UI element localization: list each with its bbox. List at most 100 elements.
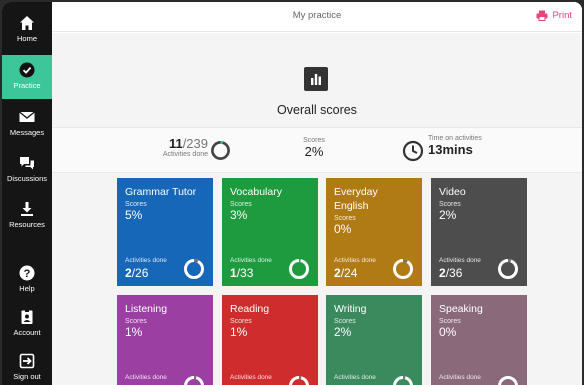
sidebar-item-label: Help [19,284,35,293]
print-label: Print [552,10,572,21]
overall-scores-title: Overall scores [277,103,357,117]
card-progress-ring [184,376,204,385]
card-activities: Activities done 1/33 [230,257,310,280]
card-activities-total: /36 [445,266,463,280]
card-progress-ring [393,376,413,385]
activities-done-total: /239 [182,136,208,151]
card-activities-total: /33 [236,266,254,280]
card-scores-value: 1% [230,325,248,339]
sidebar-item-label: Discussions [6,174,47,183]
card-scores-value: 3% [230,208,248,222]
card-scores-value: 5% [125,208,143,222]
sign-out-icon [19,353,35,369]
envelope-icon [19,111,35,122]
svg-text:?: ? [24,268,31,280]
scores-value: 2% [304,144,324,159]
card-title-line2: English [334,200,369,212]
download-icon [21,202,33,216]
sidebar-item-label: Resources [9,220,45,229]
card-activities: Activities done 2/26 [125,257,205,280]
sidebar-item-sign-out[interactable]: Sign out [2,346,52,385]
help-icon: ? [19,265,35,281]
print-button[interactable]: Print [536,10,572,21]
activities-done-stat: 11/239 Activities done [148,136,208,159]
card-scores-value: 0% [334,222,352,236]
skill-card[interactable]: Speaking Scores0% Activities done0/12 [431,295,527,385]
sidebar-item-label: Practice [13,81,41,90]
overall-stats: 11/239 Activities done Scores 2% Time on… [52,127,582,173]
skill-card[interactable]: Reading Scores1% Activities done1/24 [222,295,318,385]
sidebar-item-label: Messages [9,128,45,137]
sidebar-item-discussions[interactable]: Discussions [2,148,52,192]
skill-card[interactable]: Everyday English Scores 0% Activities done 2/… [326,178,422,286]
skill-card[interactable]: Grammar Tutor Scores 5% Activities done 2/26 [117,178,213,286]
check-circle-icon [19,62,35,78]
sidebar-item-resources[interactable]: Resources [2,194,52,238]
card-activities: Activities done 2/24 [334,257,414,280]
card-activities: Activities done0/12 [439,374,519,385]
skill-card[interactable]: Listening Scores1% Activities done1/24 [117,295,213,385]
card-scores-value: 0% [439,325,457,339]
card-scores-label: Scores [334,318,356,325]
skill-card[interactable]: Vocabulary Scores 3% Activities done 1/33 [222,178,318,286]
home-icon [20,16,34,30]
card-scores-label: Scores [230,201,252,208]
chat-bubbles-icon [20,157,34,170]
card-activities-done: 2 [439,266,446,280]
app-window: Home Practice Messages Discussions Resou… [2,2,582,385]
sidebar-item-home[interactable]: Home [2,8,52,52]
card-activities-done: 2 [334,266,341,280]
card-title: Everyday [334,186,378,198]
activities-done-value: 11 [168,136,183,151]
clock-icon [402,140,424,162]
scores-stat: Scores 2% [284,137,344,159]
card-title: Video [439,186,466,198]
time-unit: mins [442,142,473,157]
card-scores-value: 2% [439,208,457,222]
time-label: Time on activities [428,135,482,142]
card-progress-ring [498,376,518,385]
sidebar-item-practice[interactable]: Practice [2,55,52,99]
card-scores-value: 2% [334,325,352,339]
card-scores-label: Scores [439,201,461,208]
card-activities-done: 1 [230,266,237,280]
skill-card[interactable]: Writing Scores2% Activities done1/24 [326,295,422,385]
top-bar: My practice Print [52,2,582,32]
card-scores-label: Scores [230,318,252,325]
card-scores-label: Scores [125,201,147,208]
time-value: 13 [428,142,443,157]
card-activities: Activities done1/24 [230,374,310,385]
sidebar: Home Practice Messages Discussions Resou… [2,2,52,385]
card-activities: Activities done1/24 [125,374,205,385]
card-scores-label: Scores [334,215,356,222]
time-stat: Time on activities 13mins [428,135,518,157]
progress-ring [211,141,230,160]
skill-card[interactable]: Video Scores 2% Activities done 2/36 [431,178,527,286]
sidebar-item-label: Account [13,328,41,337]
card-title: Listening [125,303,168,315]
sidebar-item-label: Sign out [13,372,41,381]
sidebar-item-label: Home [16,34,37,43]
card-title: Grammar Tutor [125,186,197,198]
card-scores-label: Scores [125,318,147,325]
card-progress-ring [289,259,309,279]
card-activities-total: /24 [340,266,358,280]
page-title: My practice [292,10,342,21]
card-activities-done: 2 [125,266,132,280]
card-title: Writing [334,303,367,315]
card-progress-ring [393,259,413,279]
sidebar-item-messages[interactable]: Messages [2,102,52,146]
card-activities: Activities done1/24 [334,374,414,385]
scores-label: Scores [303,137,325,144]
card-progress-ring [289,376,309,385]
card-title: Vocabulary [230,186,282,198]
sidebar-item-account[interactable]: Account [2,302,52,346]
card-activities-total: /26 [131,266,149,280]
printer-icon [536,10,548,21]
card-activities: Activities done 2/36 [439,257,519,280]
card-scores-value: 1% [125,325,143,339]
card-title: Speaking [439,303,483,315]
sidebar-item-help[interactable]: ? Help [2,258,52,302]
badge-icon [21,309,33,324]
card-title: Reading [230,303,270,315]
